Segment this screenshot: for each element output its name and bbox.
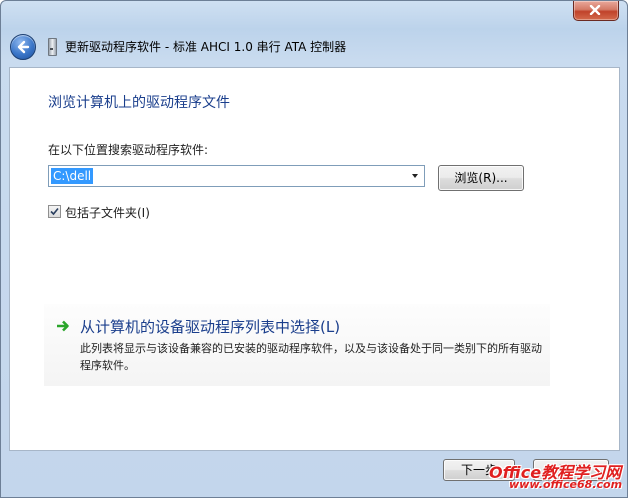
watermark-url: www.office68.com: [509, 478, 623, 491]
close-button[interactable]: [573, 1, 619, 21]
dialog-window: 更新驱动程序软件 - 标准 AHCI 1.0 串行 ATA 控制器 浏览计算机上…: [0, 0, 628, 498]
watermark: Office教程学习网 www.office68.com: [489, 459, 623, 495]
path-input-value[interactable]: C:\dell: [51, 168, 94, 184]
page-title: 浏览计算机上的驱动程序文件: [48, 95, 230, 111]
checkmark-icon: [50, 207, 59, 216]
search-location-label: 在以下位置搜索驱动程序软件:: [48, 143, 209, 157]
window-title: 更新驱动程序软件 - 标准 AHCI 1.0 串行 ATA 控制器: [65, 40, 347, 54]
dialog-header: 更新驱动程序软件 - 标准 AHCI 1.0 串行 ATA 控制器: [1, 25, 627, 67]
content-panel: 浏览计算机上的驱动程序文件 在以下位置搜索驱动程序软件: C:\dell 浏览(…: [9, 67, 620, 451]
close-icon: [589, 5, 601, 15]
pick-from-list-link[interactable]: 从计算机的设备驱动程序列表中选择(L) 此列表将显示与该设备兼容的已安装的驱动程…: [44, 304, 550, 386]
pick-from-list-title[interactable]: 从计算机的设备驱动程序列表中选择(L): [80, 316, 340, 337]
dropdown-arrow-icon[interactable]: [412, 174, 418, 178]
include-subfolders-label: 包括子文件夹(I): [65, 206, 150, 220]
device-icon: [48, 38, 57, 56]
path-combobox[interactable]: C:\dell: [48, 165, 425, 187]
green-arrow-icon: [57, 320, 69, 332]
back-button[interactable]: [10, 34, 36, 60]
browse-button[interactable]: 浏览(R)...: [438, 165, 524, 191]
include-subfolders-checkbox[interactable]: [48, 205, 61, 218]
back-arrow-icon: [17, 40, 30, 54]
pick-from-list-description: 此列表将显示与该设备兼容的已安装的驱动程序软件，以及与该设备处于同一类别下的所有…: [80, 342, 542, 372]
